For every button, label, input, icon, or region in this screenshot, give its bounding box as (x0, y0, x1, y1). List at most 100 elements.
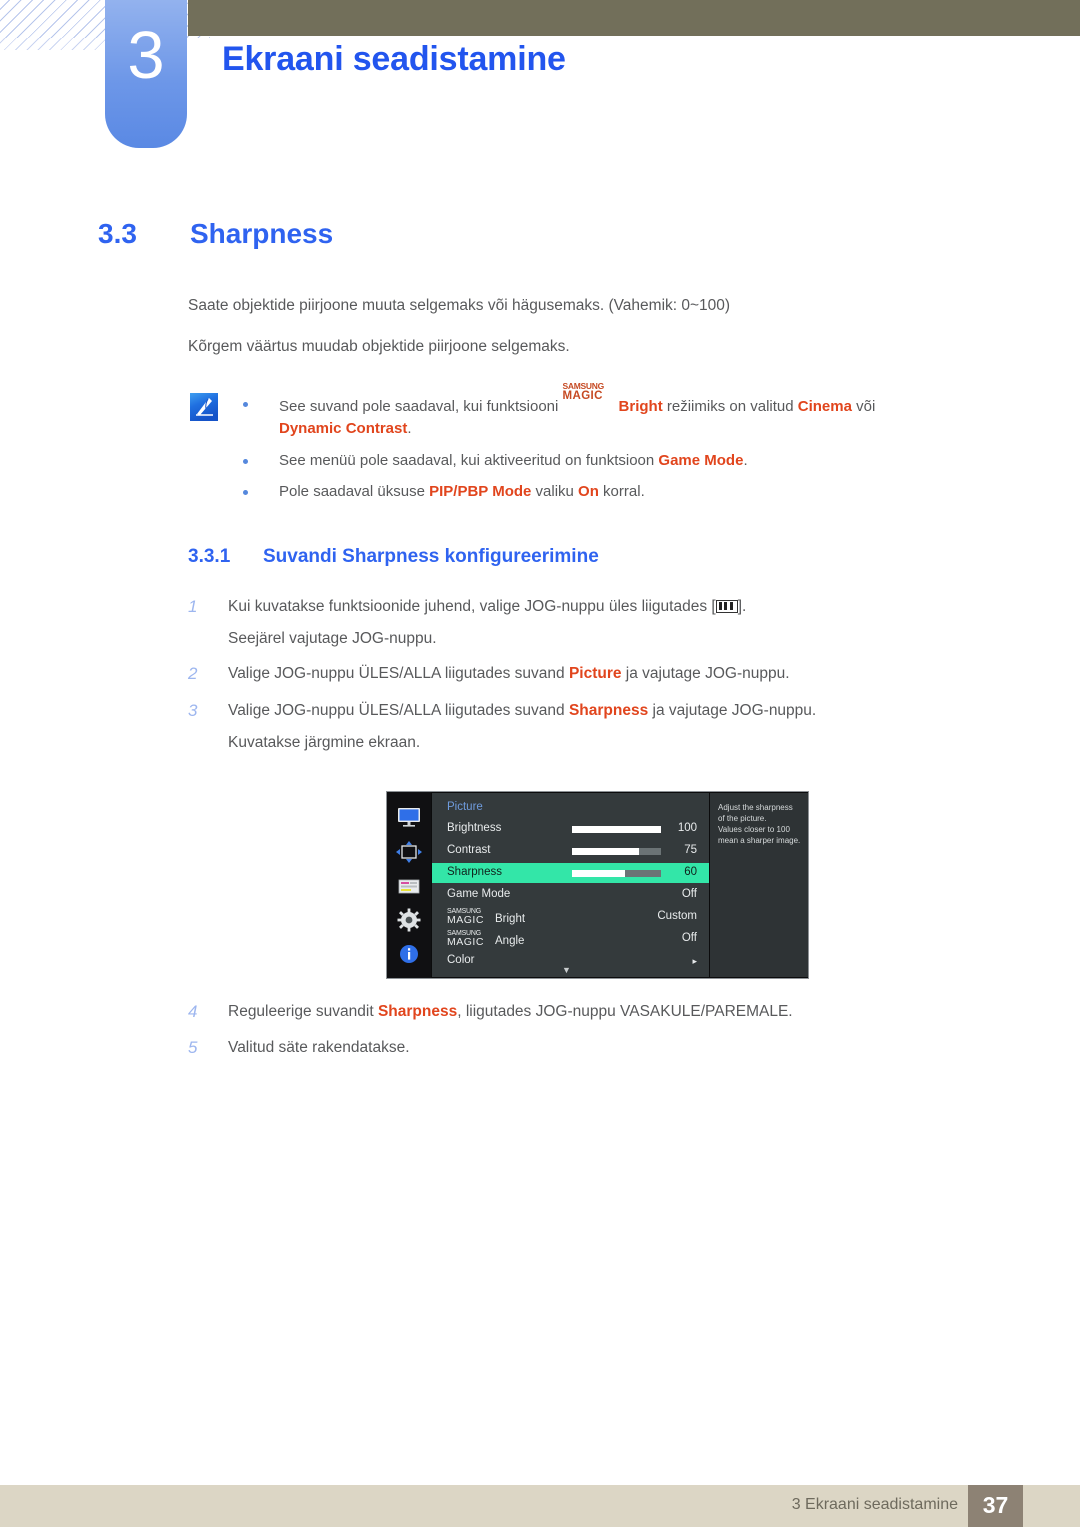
osd-value-game-mode: Off (681, 888, 697, 900)
note-3-emphasis-pip-pbp: PIP/PBP Mode (429, 483, 532, 500)
osd-help-line-2: of the picture. (718, 814, 767, 823)
osd-value-magicangle: Off (681, 932, 697, 944)
osd-help-panel: Adjust the sharpness of the picture. Val… (710, 793, 808, 977)
note-1-middle: režiimiks on valitud (662, 398, 798, 415)
step-text-5: Valitud säte rakendatakse. (228, 1039, 410, 1056)
note-3-middle: valiku (531, 483, 579, 500)
step-1-sub-text: Seejärel vajutage JOG-nuppu. (228, 630, 437, 647)
osd-row-brightness[interactable]: Brightness 100 (432, 819, 709, 839)
bullet-icon (243, 490, 248, 495)
osd-magic-bottom: MAGIC (447, 914, 484, 926)
step-number-1: 1 (188, 597, 198, 616)
step-3-emphasis-sharpness: Sharpness (568, 702, 649, 719)
page-header: 3 Ekraani seadistamine (0, 0, 1080, 160)
osd-label-contrast: Contrast (447, 844, 491, 856)
section-title: Sharpness (190, 218, 334, 249)
step-3-text-before: Valige JOG-nuppu ÜLES/ALLA liigutades su… (228, 702, 569, 719)
monitor-icon (395, 806, 423, 830)
osd-slider-sharpness[interactable] (572, 870, 661, 877)
osd-scroll-down-icon[interactable]: ▼ (562, 965, 571, 975)
note-1-conjunction: või (851, 398, 876, 415)
note-1-emphasis-cinema: Cinema (797, 398, 852, 415)
note-3-prefix: Pole saadaval üksuse (279, 483, 430, 500)
step-text-4: Reguleerige suvandit Sharpness, liigutad… (228, 1003, 793, 1021)
osd-help-line-3: Values closer to 100 (718, 825, 790, 834)
osd-value-magicbright: Custom (657, 910, 697, 922)
osd-label-sharpness: Sharpness (447, 866, 502, 878)
magic-suffix: Bright (618, 398, 663, 415)
info-icon (395, 942, 423, 966)
osd-label-game-mode: Game Mode (447, 888, 511, 900)
bullet-icon (243, 402, 248, 407)
note-1-tail: . (407, 420, 412, 437)
step-4-text-before: Reguleerige suvandit (228, 1003, 378, 1020)
osd-row-game-mode[interactable]: Game Mode Off (432, 885, 709, 905)
footer-page-number: 37 (982, 1492, 1009, 1518)
note-item-2-text: See menüü pole saadaval, kui aktiveeritu… (279, 452, 748, 469)
osd-help-line-4: mean a sharper image. (718, 836, 801, 845)
step-3-text-after: ja vajutage JOG-nuppu. (648, 702, 817, 719)
footer-chapter-label: 3 Ekraani seadistamine (791, 1496, 958, 1513)
intro-paragraph-2: Kõrgem väärtus muudab objektide piirjoon… (188, 338, 570, 355)
chapter-number: 3 (127, 18, 165, 93)
intro-paragraph-1: Saate objektide piirjoone muuta selgemak… (188, 297, 731, 314)
osd-slider-brightness[interactable] (572, 826, 661, 833)
pip-icon (395, 874, 423, 898)
screen-adjust-icon (395, 840, 423, 864)
magic-bottom-text: MAGIC (562, 390, 603, 402)
note-2-tail: . (743, 452, 748, 469)
osd-row-sharpness[interactable]: Sharpness 60 (432, 863, 709, 883)
osd-magic-bottom: MAGIC (447, 936, 484, 948)
osd-menu-screenshot: Picture Brightness 100 Contrast 75 Sharp… (386, 791, 809, 979)
osd-label-color: Color (447, 954, 475, 966)
subsection-heading: 3.3.1 Suvandi Sharpness konfigureerimine (188, 546, 599, 568)
osd-label-brightness: Brightness (447, 822, 502, 834)
osd-menu-panel: Picture Brightness 100 Contrast 75 Sharp… (432, 793, 709, 977)
osd-value-brightness: 100 (677, 822, 697, 834)
jog-up-icon (715, 600, 738, 613)
osd-magic-suffix-bright: Bright (495, 913, 526, 925)
step-3-sub-text: Kuvatakse järgmine ekraan. (228, 734, 421, 751)
samsung-magic-logo: SAMSUNG MAGIC (563, 382, 619, 411)
subsection-title: Suvandi Sharpness konfigureerimine (263, 546, 599, 567)
step-4-text-after: , liigutades JOG-nuppu VASAKULE/PAREMALE… (457, 1003, 793, 1020)
note-3-emphasis-on: On (578, 483, 599, 500)
note-3-tail: korral. (598, 483, 645, 500)
step-2-emphasis-picture: Picture (568, 665, 622, 682)
osd-value-contrast: 75 (684, 844, 697, 856)
note-2-emphasis-game-mode: Game Mode (658, 452, 744, 469)
bullet-icon (243, 459, 248, 464)
section-heading: 3.3 Sharpness (98, 218, 333, 250)
gear-icon (395, 908, 423, 932)
note-pencil-icon (189, 392, 219, 422)
osd-slider-contrast[interactable] (572, 848, 661, 855)
osd-value-sharpness: 60 (684, 866, 697, 878)
osd-help-line-1: Adjust the sharpness (718, 803, 793, 812)
osd-row-contrast[interactable]: Contrast 75 (432, 841, 709, 861)
note-1-emphasis-dynamic-contrast: Dynamic Contrast (279, 420, 408, 437)
step-text-2: Valige JOG-nuppu ÜLES/ALLA liigutades su… (228, 665, 790, 683)
osd-menu-title: Picture (447, 801, 483, 813)
osd-row-magicbright[interactable]: SAMSUNG MAGIC Bright Custom (432, 907, 709, 927)
step-1-text-before: Kui kuvatakse funktsioonide juhend, vali… (228, 598, 716, 615)
step-4-emphasis-sharpness: Sharpness (377, 1003, 458, 1020)
osd-icon-rail (387, 792, 431, 978)
note-item-1-line-1: See suvand pole saadaval, kui funktsioon… (279, 382, 876, 416)
step-1-text-after: ]. (737, 598, 747, 615)
note-item-3-text: Pole saadaval üksuse PIP/PBP Mode valiku… (279, 483, 645, 500)
osd-row-magicangle[interactable]: SAMSUNG MAGIC Angle Off (432, 929, 709, 949)
note-item-1-line-2: Dynamic Contrast. (279, 420, 412, 437)
osd-label-magicangle: SAMSUNG MAGIC Angle (447, 930, 524, 948)
note-1-prefix: See suvand pole saadaval, kui funktsioon… (279, 398, 563, 415)
step-text-3: Valige JOG-nuppu ÜLES/ALLA liigutades su… (228, 702, 816, 720)
step-number-2: 2 (188, 664, 198, 683)
step-number-5: 5 (188, 1038, 198, 1057)
osd-magic-suffix-angle: Angle (495, 935, 525, 947)
subsection-number: 3.3.1 (188, 546, 231, 567)
osd-label-magicbright: SAMSUNG MAGIC Bright (447, 908, 525, 926)
chapter-title: Ekraani seadistamine (222, 40, 566, 78)
step-2-text-before: Valige JOG-nuppu ÜLES/ALLA liigutades su… (228, 665, 569, 682)
step-text-1: Kui kuvatakse funktsioonide juhend, vali… (228, 598, 746, 616)
step-number-4: 4 (188, 1002, 198, 1021)
step-2-text-after: ja vajutage JOG-nuppu. (621, 665, 790, 682)
